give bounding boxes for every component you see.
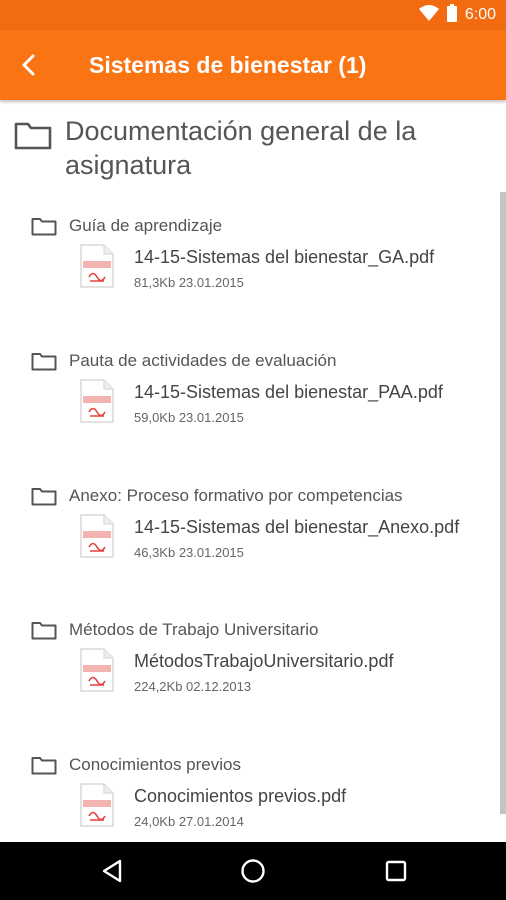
status-time: 6:00 — [464, 6, 496, 23]
folder-group: Métodos de Trabajo Universitario MétodosT… — [0, 620, 500, 730]
file-name: Conocimientos previos.pdf — [134, 786, 347, 806]
navigation-bar — [0, 842, 506, 900]
file-item[interactable]: 14-15-Sistemas del bienestar_GA.pdf 81,3K… — [80, 244, 490, 294]
folder-icon — [31, 488, 57, 506]
pdf-file-icon — [80, 244, 114, 288]
pdf-file-icon — [80, 379, 114, 423]
folder-group: Anexo: Proceso formativo por competencia… — [0, 486, 500, 596]
folder-group: Guía de aprendizaje 14-15-Sistemas del bi… — [0, 216, 500, 326]
document-list[interactable]: Documentación general de la asignatura G… — [0, 100, 506, 842]
nav-back-button[interactable] — [94, 853, 130, 889]
back-triangle-icon — [102, 859, 122, 883]
file-name: 14-15-Sistemas del bienestar_PAA.pdf — [134, 382, 443, 402]
scrollbar[interactable] — [500, 192, 506, 814]
app-bar: Sistemas de bienestar (1) — [0, 30, 506, 100]
folder-group: Conocimientos previos Conocimientos previ… — [0, 755, 500, 842]
folder-icon — [31, 218, 57, 236]
folder-icon — [31, 757, 57, 775]
file-item[interactable]: 14-15-Sistemas del bienestar_Anexo.pdf 46… — [80, 514, 490, 564]
status-bar: 6:00 — [0, 0, 506, 30]
nav-home-button[interactable] — [235, 853, 271, 889]
folder-icon — [31, 353, 57, 371]
wifi-icon — [418, 4, 439, 26]
folder-label: Anexo: Proceso formativo por competencia… — [69, 486, 403, 505]
folder-label: Conocimientos previos — [69, 755, 241, 774]
file-meta: 59,0Kb 23.01.2015 — [134, 410, 244, 425]
app-title: Sistemas de bienestar (1) — [89, 52, 367, 78]
folder-label: Métodos de Trabajo Universitario — [69, 620, 319, 639]
file-item[interactable]: Conocimientos previos.pdf 24,0Kb 27.01.20… — [80, 783, 490, 833]
section-title: Documentación general de la asignatura — [65, 116, 417, 180]
folder-group: Pauta de actividades de evaluación 14-15-… — [0, 351, 500, 461]
nav-recents-button[interactable] — [378, 853, 414, 889]
file-meta: 46,3Kb 23.01.2015 — [134, 545, 244, 560]
home-circle-icon — [241, 859, 265, 883]
folder-icon — [14, 122, 52, 150]
file-meta: 224,2Kb 02.12.2013 — [134, 679, 252, 694]
folder-label: Guía de aprendizaje — [69, 216, 223, 235]
folder-label: Pauta de actividades de evaluación — [69, 351, 337, 370]
pdf-file-icon — [80, 783, 114, 827]
file-name: 14-15-Sistemas del bienestar_Anexo.pdf — [134, 517, 460, 537]
status-icons: 6:00 — [418, 3, 496, 27]
recents-square-icon — [385, 860, 407, 882]
folder-icon — [31, 622, 57, 640]
back-arrow-icon — [22, 54, 35, 76]
file-meta: 81,3Kb 23.01.2015 — [134, 275, 244, 290]
battery-icon — [446, 3, 457, 27]
file-item[interactable]: MétodosTrabajoUniversitario.pdf 224,2Kb 0… — [80, 648, 490, 698]
pdf-file-icon — [80, 648, 114, 692]
pdf-file-icon — [80, 514, 114, 558]
file-item[interactable]: 14-15-Sistemas del bienestar_PAA.pdf 59,0… — [80, 379, 490, 429]
file-name: MétodosTrabajoUniversitario.pdf — [134, 651, 394, 671]
file-meta: 24,0Kb 27.01.2014 — [134, 814, 244, 829]
back-button[interactable] — [12, 48, 46, 82]
file-name: 14-15-Sistemas del bienestar_GA.pdf — [134, 247, 435, 267]
